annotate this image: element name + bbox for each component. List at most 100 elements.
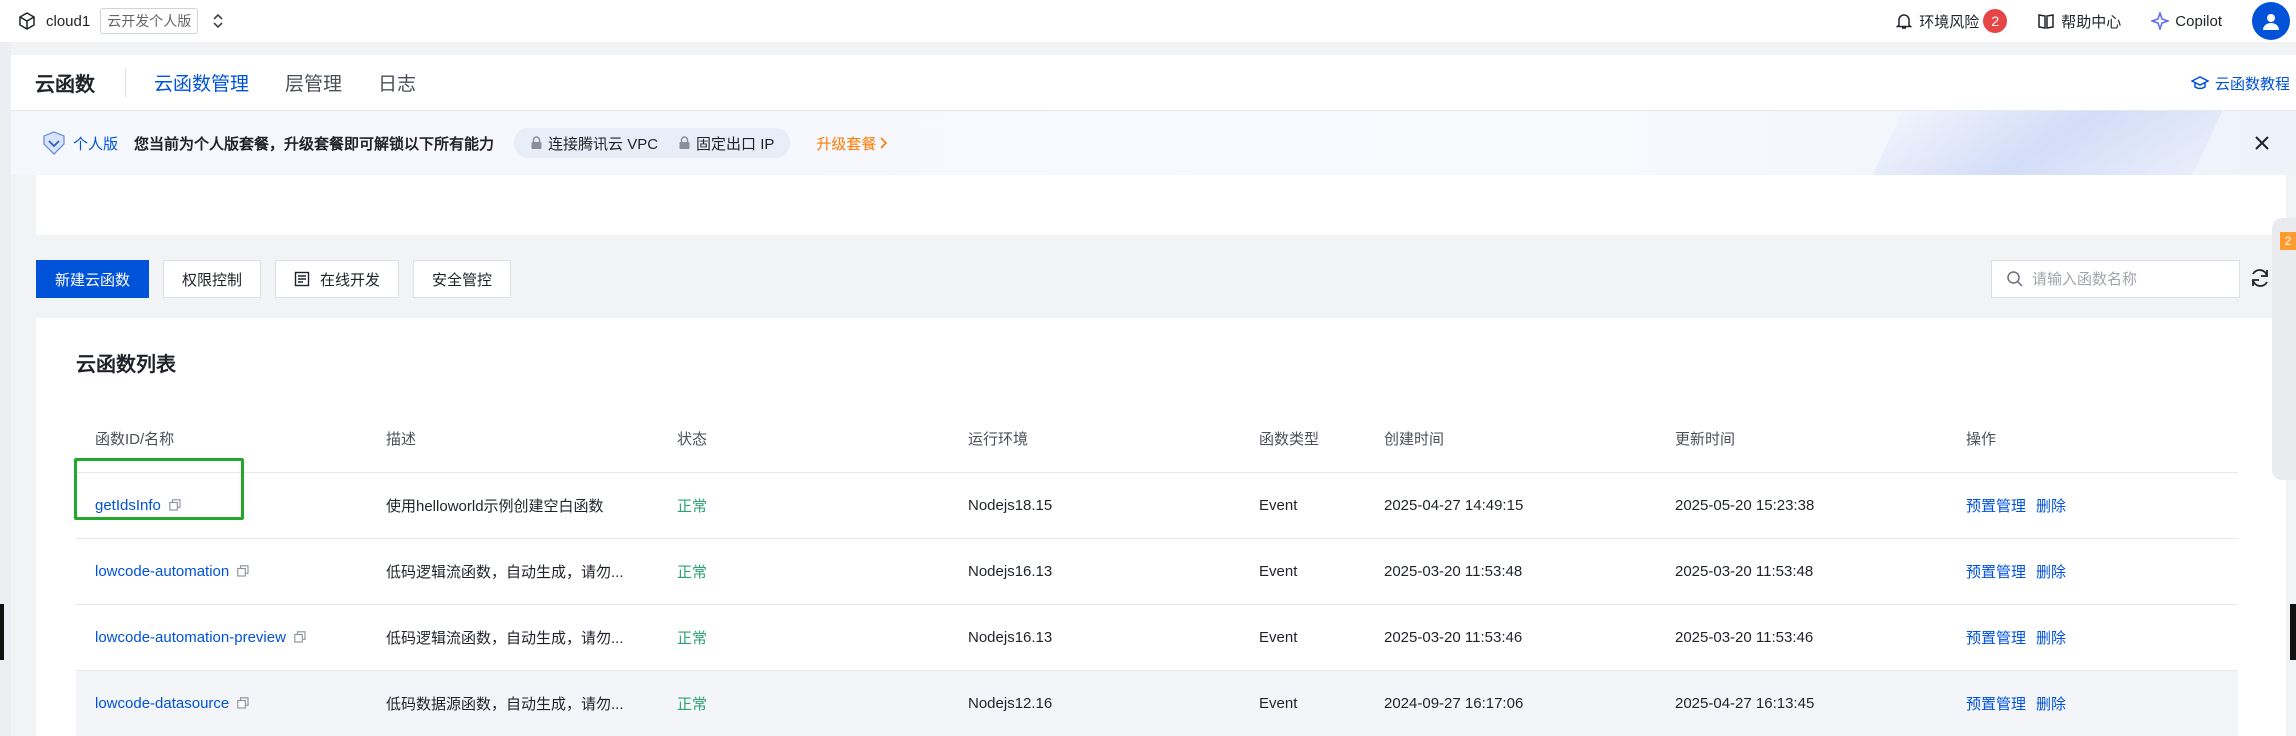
table-row: lowcode-automation-preview 低码逻辑流函数，自动生成，…	[76, 604, 2238, 671]
delete-link[interactable]: 删除	[2036, 498, 2066, 515]
feature-vpc: 连接腾讯云 VPC	[530, 133, 658, 154]
book-icon	[2038, 14, 2055, 29]
function-name: lowcode-datasource	[95, 694, 230, 712]
function-status: 正常	[658, 472, 949, 539]
function-desc: 使用helloworld示例创建空白函数	[367, 472, 658, 539]
copy-icon[interactable]	[237, 697, 249, 709]
help-center-button[interactable]: 帮助中心	[2037, 11, 2121, 32]
search-box[interactable]	[1991, 260, 2240, 298]
feature-fixed-ip: 固定出口 IP	[678, 133, 774, 154]
column-header: 函数类型	[1240, 406, 1365, 473]
function-created: 2024-09-27 16:17:06	[1365, 670, 1656, 736]
function-created: 2025-03-20 11:53:48	[1365, 538, 1656, 605]
copilot-button[interactable]: Copilot	[2151, 12, 2222, 30]
env-name[interactable]: cloud1	[46, 13, 90, 30]
floating-side-widget[interactable]: 2	[2272, 218, 2296, 480]
function-updated: 2025-03-20 11:53:48	[1656, 538, 1947, 605]
cube-icon	[19, 12, 35, 30]
lock-icon	[679, 136, 690, 149]
function-status: 正常	[658, 604, 949, 671]
column-header: 操作	[1947, 406, 2238, 473]
function-updated: 2025-04-27 16:13:45	[1656, 670, 1947, 736]
function-runtime: Nodejs16.13	[949, 604, 1240, 671]
function-list-card: 云函数列表 函数ID/名称 描述 状态 运行环境 函数类型 创建时间 更新时间 …	[36, 318, 2286, 736]
tutorial-link[interactable]: 云函数教程	[2190, 55, 2290, 111]
function-type: Event	[1240, 604, 1365, 671]
personal-plan-label: 个人版	[73, 135, 119, 153]
delete-link[interactable]: 删除	[2036, 696, 2066, 713]
page-title: 云函数	[35, 74, 95, 96]
banner-description: 您当前为个人版套餐，升级套餐即可解锁以下所有能力	[134, 135, 495, 153]
list-title: 云函数列表	[76, 354, 176, 376]
function-name-link[interactable]: lowcode-automation	[95, 563, 249, 580]
function-updated: 2025-05-20 15:23:38	[1656, 472, 1947, 539]
search-input[interactable]	[2032, 270, 2232, 288]
chevron-right-icon	[880, 137, 888, 149]
document-icon	[294, 271, 310, 287]
online-dev-button[interactable]: 在线开发	[275, 260, 400, 298]
user-icon	[2263, 14, 2279, 30]
left-edge-marker	[0, 604, 4, 660]
side-widget-count: 2	[2280, 232, 2296, 250]
function-toolbar: 新建云函数 权限控制 在线开发 安全管控	[36, 260, 525, 298]
function-created: 2025-04-27 14:49:15	[1365, 472, 1656, 539]
column-header: 运行环境	[949, 406, 1240, 473]
delete-link[interactable]: 删除	[2036, 630, 2066, 647]
search-icon	[2007, 271, 2023, 287]
provision-management-link[interactable]: 预置管理	[1966, 696, 2026, 713]
permission-control-button[interactable]: 权限控制	[163, 260, 262, 298]
function-table: 函数ID/名称 描述 状态 运行环境 函数类型 创建时间 更新时间 操作 get…	[76, 406, 2238, 736]
function-type: Event	[1240, 670, 1365, 736]
tab-layer-management[interactable]: 层管理	[285, 69, 342, 96]
upgrade-plan-link[interactable]: 升级套餐	[816, 133, 890, 154]
upgrade-banner: 个人版 您当前为个人版套餐，升级套餐即可解锁以下所有能力 连接腾讯云 VPC 固…	[11, 111, 2296, 175]
provision-management-link[interactable]: 预置管理	[1966, 630, 2026, 647]
online-dev-label: 在线开发	[320, 271, 381, 289]
function-name: lowcode-automation-preview	[95, 628, 286, 646]
function-desc: 低码逻辑流函数，自动生成，请勿...	[367, 604, 658, 671]
overview-card	[36, 175, 2286, 235]
create-function-button[interactable]: 新建云函数	[36, 260, 150, 298]
function-runtime: Nodejs16.13	[949, 538, 1240, 605]
switch-env-icon[interactable]	[212, 13, 224, 29]
help-center-label: 帮助中心	[2061, 13, 2122, 31]
tab-logs[interactable]: 日志	[378, 69, 416, 96]
plan-tag: 云开发个人版	[100, 8, 199, 34]
right-edge-marker	[2290, 604, 2296, 660]
tab-function-management[interactable]: 云函数管理	[154, 69, 249, 96]
top-bar: cloud1 云开发个人版 环境风险 2 帮助中心 Copilot	[0, 0, 2296, 42]
function-updated: 2025-03-20 11:53:46	[1656, 604, 1947, 671]
copy-icon[interactable]	[237, 565, 249, 577]
copy-icon[interactable]	[294, 631, 306, 643]
close-icon[interactable]	[2250, 131, 2274, 155]
column-header: 描述	[367, 406, 658, 473]
function-runtime: Nodejs18.15	[949, 472, 1240, 539]
banner-decoration	[1860, 111, 2232, 175]
graduation-cap-icon	[2190, 76, 2209, 90]
user-avatar[interactable]	[2252, 2, 2290, 40]
copilot-label: Copilot	[2175, 12, 2222, 30]
delete-link[interactable]: 删除	[2036, 564, 2066, 581]
env-risk-button[interactable]: 环境风险 2	[1895, 9, 2008, 33]
function-desc: 低码数据源函数，自动生成，请勿...	[367, 670, 658, 736]
table-row: lowcode-automation 低码逻辑流函数，自动生成，请勿... 正常…	[76, 538, 2238, 605]
selection-highlight	[74, 458, 244, 520]
function-created: 2025-03-20 11:53:46	[1365, 604, 1656, 671]
function-name-link[interactable]: lowcode-automation-preview	[95, 629, 306, 646]
locked-features: 连接腾讯云 VPC 固定出口 IP	[514, 128, 791, 158]
refresh-icon[interactable]	[2248, 266, 2272, 290]
table-row: lowcode-datasource 低码数据源函数，自动生成，请勿... 正常…	[76, 670, 2238, 736]
column-header: 创建时间	[1365, 406, 1656, 473]
feature-vpc-label: 连接腾讯云 VPC	[548, 135, 659, 153]
copilot-icon	[2151, 12, 2170, 30]
security-control-button[interactable]: 安全管控	[413, 260, 512, 298]
tutorial-label: 云函数教程	[2214, 75, 2290, 93]
table-header-row: 函数ID/名称 描述 状态 运行环境 函数类型 创建时间 更新时间 操作	[76, 406, 2238, 473]
upgrade-plan-label: 升级套餐	[816, 135, 877, 153]
function-name-link[interactable]: lowcode-datasource	[95, 695, 249, 712]
function-status: 正常	[658, 538, 949, 605]
provision-management-link[interactable]: 预置管理	[1966, 564, 2026, 581]
provision-management-link[interactable]: 预置管理	[1966, 498, 2026, 515]
personal-plan-tag: 个人版	[41, 130, 118, 156]
env-risk-label: 环境风险	[1919, 13, 1980, 31]
